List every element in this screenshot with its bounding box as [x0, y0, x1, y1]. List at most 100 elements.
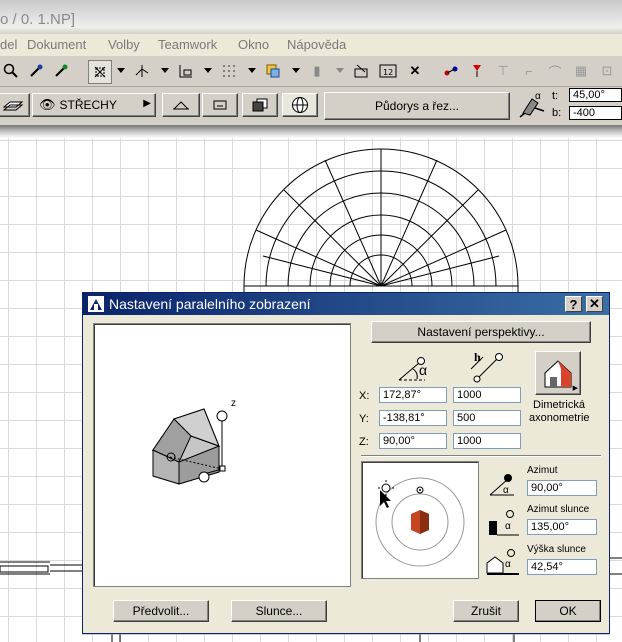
view-angle-icon — [395, 353, 435, 386]
menu-item-options[interactable]: Volby — [108, 37, 140, 52]
alpha-symbol: α — [419, 362, 428, 378]
house-icon — [544, 360, 572, 388]
house-axonometric-preview — [151, 408, 228, 485]
delete-icon[interactable]: ✕ — [404, 60, 426, 82]
chevron-down-icon[interactable] — [117, 68, 125, 73]
pen-icon[interactable]: ▮ — [306, 60, 328, 82]
separator — [361, 455, 601, 457]
parallel-projection-dialog: Nastavení paralelního zobrazení ? ✕ z Na… — [82, 292, 610, 634]
sun-height-field[interactable] — [527, 559, 597, 575]
sun-height-icon — [485, 545, 521, 580]
sun-azimuth-label: Azimut slunce — [527, 504, 590, 515]
standard-toolbar: ▮ 12 ✕ ⊤ ⌐ ⌒ ▦ ⊡ — [0, 56, 622, 87]
pages-icon — [252, 98, 268, 112]
dimension-icon[interactable] — [175, 60, 197, 82]
text-tool-icon[interactable]: 12 — [377, 60, 399, 82]
layer-name: STŘECHY — [59, 98, 117, 112]
layers-icon[interactable] — [262, 60, 284, 82]
layer-selector[interactable]: 👁 STŘECHY ▶ — [32, 93, 156, 117]
y-angle-field[interactable] — [379, 410, 447, 426]
chevron-down-icon[interactable] — [161, 68, 169, 73]
marker-icon[interactable] — [466, 60, 488, 82]
corner-icon[interactable]: ⌐ — [518, 60, 540, 82]
app-title: o / 0. 1.NP] — [0, 11, 76, 28]
alpha-symbol: α — [505, 559, 511, 570]
sun-position-preview[interactable] — [361, 461, 479, 579]
menu-item-document[interactable]: Dokument — [27, 37, 86, 52]
help-button[interactable]: ? — [565, 296, 582, 312]
y-label: Y: — [359, 413, 369, 425]
menu-bar: del Dokument Volby Teamwork Okno Nápověd… — [0, 34, 622, 57]
fill-icon[interactable] — [350, 60, 372, 82]
svg-text:12: 12 — [383, 68, 393, 77]
chevron-down-icon[interactable] — [204, 68, 212, 73]
grid-icon[interactable]: ▦ — [570, 60, 592, 82]
perspective-settings-button[interactable]: Nastavení perspektivy... — [371, 321, 591, 343]
app-title-bar: o / 0. 1.NP] — [0, 0, 622, 34]
floor-icon — [213, 100, 227, 110]
mirror-icon[interactable] — [440, 60, 462, 82]
projection-type-button[interactable]: ▶ — [535, 351, 581, 395]
stretch-icon[interactable]: ⊡ — [596, 60, 618, 82]
x-distance-field[interactable] — [453, 387, 521, 403]
eyedropper-icon[interactable] — [25, 60, 47, 82]
magic-wand-icon[interactable] — [88, 60, 112, 84]
z-axis-label: z — [231, 398, 236, 409]
story-down-button[interactable] — [202, 93, 238, 117]
plan-and-section-button[interactable]: Půdorys a řez... — [324, 92, 510, 120]
menu-item-window[interactable]: Okno — [238, 37, 269, 52]
syringe-icon[interactable] — [50, 60, 72, 82]
sun-height-label: Výška slunce — [527, 544, 586, 555]
view-preview[interactable]: z — [93, 323, 351, 587]
zoom-icon[interactable] — [0, 60, 22, 82]
arc-icon[interactable]: ⌒ — [544, 60, 566, 82]
angle-tool-icon — [518, 93, 548, 122]
x-label: X: — [359, 390, 370, 402]
chevron-down-icon[interactable] — [292, 68, 300, 73]
z-distance-field[interactable] — [453, 433, 521, 449]
chevron-down-icon[interactable] — [336, 68, 344, 73]
z-angle-field[interactable] — [379, 433, 447, 449]
chevron-right-icon: ▶ — [143, 98, 151, 109]
layer-settings-button[interactable] — [0, 93, 30, 117]
alpha-symbol: α — [535, 91, 541, 102]
dialog-title: Nastavení paralelního zobrazení — [109, 296, 311, 312]
cancel-button[interactable]: Zrušit — [453, 600, 519, 622]
grid-snap-icon[interactable] — [218, 60, 240, 82]
app-logo-icon — [87, 295, 105, 316]
sun-azimuth-field[interactable] — [527, 519, 597, 535]
azimuth-label: Azimut — [527, 465, 558, 476]
projection-type-label-line2: axonometrie — [529, 412, 590, 424]
menu-item-teamwork[interactable]: Teamwork — [158, 37, 217, 52]
chevron-down-icon[interactable] — [248, 68, 256, 73]
azimuth-field[interactable] — [527, 480, 597, 496]
z-label: Z: — [359, 436, 369, 448]
chevron-right-icon: ▶ — [572, 385, 578, 392]
navigator-button[interactable] — [242, 93, 278, 117]
sun-azimuth-icon — [487, 507, 521, 540]
roof-outline-icon — [173, 101, 189, 110]
y-distance-field[interactable] — [453, 410, 521, 426]
sun-button[interactable]: Slunce... — [231, 600, 327, 622]
menu-item-help[interactable]: Nápověda — [287, 37, 346, 52]
trim-icon[interactable] — [131, 60, 153, 82]
b-label: b: — [552, 107, 562, 119]
close-button[interactable]: ✕ — [586, 296, 603, 312]
alpha-symbol: α — [503, 485, 509, 496]
eye-icon: 👁 — [39, 97, 56, 112]
sun-compass — [375, 477, 465, 567]
elevate-icon[interactable]: ⊤ — [492, 60, 514, 82]
ok-button[interactable]: OK — [535, 600, 601, 622]
alpha-symbol: α — [505, 521, 511, 532]
preset-button[interactable]: Předvolit... — [113, 600, 209, 622]
globe-icon — [292, 97, 308, 113]
menu-item-design[interactable]: del — [0, 37, 17, 52]
dialog-title-bar[interactable]: Nastavení paralelního zobrazení ? ✕ — [83, 293, 609, 315]
angle-field[interactable] — [569, 88, 622, 102]
projection-type-label-line1: Dimetrická — [533, 399, 585, 411]
b-field[interactable] — [569, 106, 622, 120]
x-angle-field[interactable] — [379, 387, 447, 403]
story-up-button[interactable] — [162, 93, 200, 117]
3d-view-button[interactable] — [282, 93, 318, 117]
info-toolbar: 👁 STŘECHY ▶ Půdorys a řez... α t: b: — [0, 87, 622, 126]
